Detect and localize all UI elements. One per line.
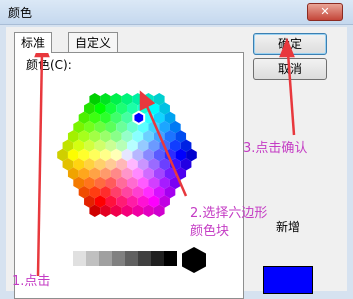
arrow-step2 — [144, 103, 188, 197]
tab-standard[interactable]: 标准 — [14, 32, 53, 53]
annotation-step2-line2: 颜色块 — [190, 224, 230, 239]
arrow-step2-head — [139, 90, 156, 112]
annotation-step1: 1.点击 — [12, 274, 51, 289]
arrow-step1 — [36, 51, 44, 277]
annotation-step3: 3.点击确认 — [243, 141, 308, 156]
arrow-step3-head — [279, 37, 295, 58]
annotation-step2-line1: 2.选择六边形 — [190, 206, 268, 221]
tab-standard-label: 标准 — [21, 36, 46, 50]
arrow-step3 — [286, 52, 296, 136]
